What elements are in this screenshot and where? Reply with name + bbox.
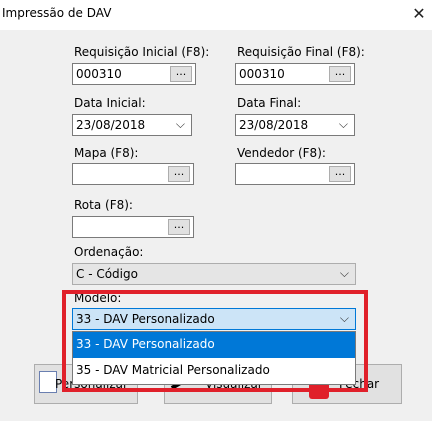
close-icon[interactable]: ✕ bbox=[408, 3, 430, 25]
chevron-down-icon[interactable]: ⌵ bbox=[176, 117, 185, 132]
req-final-field[interactable]: 000310 ... bbox=[235, 63, 355, 85]
vendedor-field[interactable]: ... bbox=[235, 163, 355, 185]
data-final-value: 23/08/2018 bbox=[239, 118, 309, 132]
data-inicial-value: 23/08/2018 bbox=[76, 118, 146, 132]
req-final-lookup-button[interactable]: ... bbox=[329, 66, 351, 82]
data-final-picker[interactable]: 23/08/2018 ⌵ bbox=[235, 114, 355, 136]
highlight-box bbox=[62, 290, 368, 392]
mapa-lookup-button[interactable]: ... bbox=[168, 166, 190, 182]
ordenacao-label: Ordenação: bbox=[74, 245, 144, 259]
data-inicial-label: Data Inicial: bbox=[74, 96, 146, 110]
req-final-label: Requisição Final (F8): bbox=[237, 45, 365, 59]
chevron-down-icon: ⌵ bbox=[339, 266, 349, 280]
ordenacao-select[interactable]: C - Código ⌵ bbox=[72, 263, 356, 285]
data-inicial-picker[interactable]: 23/08/2018 ⌵ bbox=[72, 114, 192, 136]
req-inicial-field[interactable]: 000310 ... bbox=[72, 63, 196, 85]
vendedor-lookup-button[interactable]: ... bbox=[329, 166, 351, 182]
rota-label: Rota (F8): bbox=[74, 198, 133, 212]
req-inicial-label: Requisição Inicial (F8): bbox=[74, 45, 210, 59]
rota-field[interactable]: ... bbox=[72, 216, 194, 238]
data-final-label: Data Final: bbox=[237, 96, 302, 110]
rota-lookup-button[interactable]: ... bbox=[168, 219, 190, 235]
req-inicial-lookup-button[interactable]: ... bbox=[170, 66, 192, 82]
vendedor-label: Vendedor (F8): bbox=[237, 146, 326, 160]
chevron-down-icon[interactable]: ⌵ bbox=[339, 117, 348, 132]
req-final-value: 000310 bbox=[239, 67, 285, 81]
window-title: Impressão de DAV bbox=[2, 6, 112, 20]
ordenacao-value: C - Código bbox=[76, 267, 138, 281]
mapa-field[interactable]: ... bbox=[72, 163, 194, 185]
mapa-label: Mapa (F8): bbox=[74, 146, 139, 160]
req-inicial-value: 000310 bbox=[76, 67, 122, 81]
